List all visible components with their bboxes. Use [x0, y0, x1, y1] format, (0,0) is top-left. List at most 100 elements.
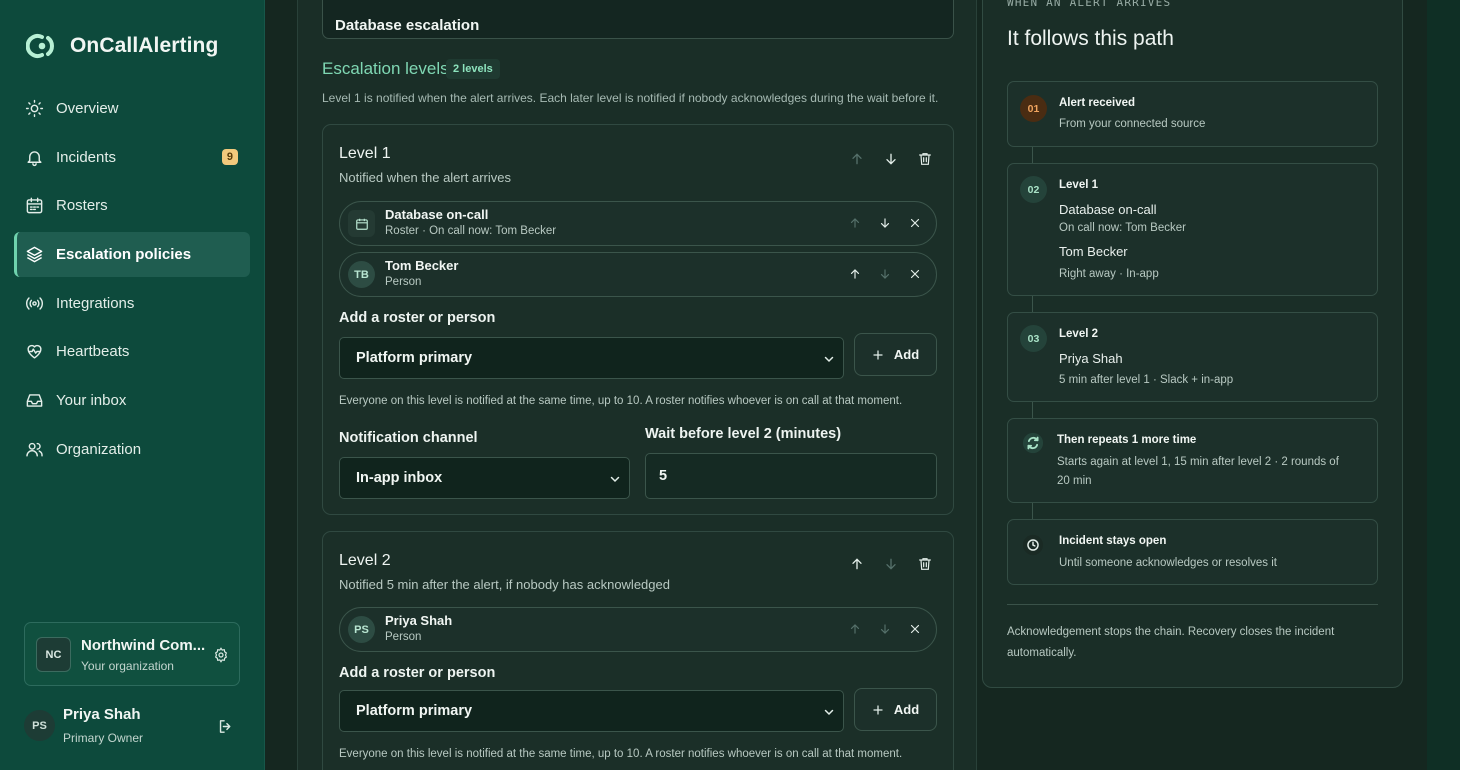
step-number: 02: [1020, 176, 1047, 203]
level-title: Level 2: [339, 552, 391, 569]
avatar: PS: [24, 710, 55, 741]
path-kicker: WHEN AN ALERT ARRIVES: [1007, 0, 1172, 9]
layers-icon: [26, 246, 43, 263]
sidebar-item-label: Overview: [56, 100, 119, 117]
trash-icon[interactable]: [917, 556, 933, 572]
sidebar-item-organization[interactable]: Organization: [14, 427, 250, 472]
arrow-down-icon[interactable]: [878, 267, 892, 281]
sidebar-item-escalation-policies[interactable]: Escalation policies: [14, 232, 250, 278]
sidebar-item-label: Rosters: [56, 197, 108, 215]
sidebar-item-heartbeats[interactable]: Heartbeats: [14, 329, 250, 374]
close-icon[interactable]: [908, 622, 922, 636]
add-member-label: Add a roster or person: [339, 310, 496, 326]
sidebar-item-label: Your inbox: [56, 392, 127, 410]
heart-pulse-icon: [27, 345, 42, 359]
escalation-levels-help: Level 1 is notified when the alert arriv…: [322, 91, 939, 105]
step-number: 01: [1020, 95, 1047, 122]
add-button-label: Add: [893, 347, 920, 362]
add-member-label: Add a roster or person: [339, 665, 496, 681]
plus-icon: [873, 349, 883, 360]
chevron-down-icon: [824, 709, 834, 716]
step-target: Database on-call: [1059, 202, 1157, 217]
incidents-count-badge: 9: [221, 148, 238, 165]
path-step: 03 Level 2 Priya Shah 5 min after level …: [1007, 312, 1378, 402]
add-member-select[interactable]: Platform primary: [339, 690, 844, 732]
current-user: PS Priya Shah Primary Owner: [24, 702, 240, 752]
add-button-label: Add: [893, 702, 920, 717]
close-icon[interactable]: [908, 267, 922, 281]
path-step: 02 Level 1 Database on-call On call now:…: [1007, 163, 1378, 296]
step-title: Incident stays open: [1059, 535, 1167, 547]
path-footer: Acknowledgement stops the chain. Recover…: [1007, 626, 1335, 659]
step-text: Until someone acknowledges or resolves i…: [1059, 557, 1277, 569]
sidebar-item-rosters[interactable]: Rosters: [14, 183, 250, 228]
sidebar-item-overview[interactable]: Overview: [14, 86, 250, 131]
member-name: Tom Becker: [385, 258, 459, 273]
arrow-up-icon[interactable]: [848, 216, 862, 230]
page-edge: [1427, 0, 1460, 770]
member-subtitle: Person: [385, 276, 422, 288]
sidebar-item-label: Incidents: [56, 148, 117, 166]
users-icon: [26, 442, 43, 457]
brand[interactable]: OnCallAlerting: [26, 32, 218, 60]
arrow-up-icon[interactable]: [848, 622, 862, 636]
sidebar-nav: Overview Incidents 9 Rosters Escalation …: [14, 86, 250, 476]
add-member-select[interactable]: Platform primary: [339, 337, 844, 379]
step-text: Starts again at level 1, 15 min after le…: [1057, 456, 1339, 468]
member-name: Priya Shah: [385, 613, 453, 628]
close-icon[interactable]: [908, 216, 922, 230]
arrow-up-icon[interactable]: [849, 556, 865, 572]
level-card: Level 2 Notified 5 min after the alert, …: [322, 531, 954, 770]
avatar: PS: [348, 616, 375, 643]
arrow-down-icon[interactable]: [878, 216, 892, 230]
arrow-down-icon[interactable]: [883, 556, 899, 572]
add-member-button[interactable]: Add: [854, 333, 937, 376]
wait-minutes-input[interactable]: 5: [645, 453, 937, 499]
broadcast-icon: [25, 296, 44, 310]
wait-label: Wait before level 2 (minutes): [645, 426, 842, 442]
sidebar-item-integrations[interactable]: Integrations: [14, 281, 250, 326]
gear-icon[interactable]: [213, 647, 229, 663]
member-subtitle: Roster · On call now: Tom Becker: [385, 225, 557, 237]
member-actions: [848, 622, 922, 636]
sidebar: OnCallAlerting Overview Incidents 9 Rost…: [0, 0, 265, 770]
step-text: 20 min: [1057, 475, 1092, 487]
level-card: Level 1 Notified when the alert arrives …: [322, 124, 954, 515]
refresh-icon: [1022, 432, 1044, 454]
org-name: Northwind Com...: [81, 637, 206, 654]
path-step: 01 Alert received From your connected so…: [1007, 81, 1378, 147]
arrow-up-icon[interactable]: [849, 151, 865, 167]
sidebar-item-incidents[interactable]: Incidents 9: [14, 135, 250, 180]
arrow-up-icon[interactable]: [848, 267, 862, 281]
inbox-icon: [26, 394, 43, 407]
select-value: Platform primary: [356, 350, 473, 366]
sidebar-item-inbox[interactable]: Your inbox: [14, 378, 250, 423]
calendar-icon: [26, 198, 43, 214]
arrow-down-icon[interactable]: [883, 151, 899, 167]
channel-select[interactable]: In-app inbox: [339, 457, 630, 499]
trash-icon[interactable]: [917, 151, 933, 167]
select-value: In-app inbox: [356, 470, 443, 486]
organization-card[interactable]: NC Northwind Com... Your organization: [24, 622, 240, 686]
path-step: Incident stays open Until someone acknow…: [1007, 519, 1378, 585]
list-item: TB Tom Becker Person: [339, 252, 937, 297]
arrow-down-icon[interactable]: [878, 622, 892, 636]
level-actions: [849, 556, 933, 572]
list-item: Database on-call Roster · On call now: T…: [339, 201, 937, 246]
org-subtitle: Your organization: [81, 659, 174, 673]
member-actions: [848, 216, 922, 230]
brand-name: OnCallAlerting: [70, 34, 219, 57]
logout-icon[interactable]: [217, 718, 234, 735]
channel-label: Notification channel: [339, 430, 478, 446]
user-role: Primary Owner: [63, 731, 144, 745]
sidebar-item-label: Escalation policies: [56, 246, 192, 264]
policy-name-input[interactable]: Database escalation: [322, 0, 954, 39]
step-text: From your connected source: [1059, 118, 1206, 130]
level-subtitle: Notified when the alert arrives: [339, 170, 511, 185]
sun-icon: [25, 99, 44, 118]
step-target: Priya Shah: [1059, 351, 1123, 366]
level-title: Level 1: [339, 145, 391, 162]
avatar: TB: [348, 261, 375, 288]
user-name: Priya Shah: [63, 706, 141, 723]
add-member-button[interactable]: Add: [854, 688, 937, 731]
